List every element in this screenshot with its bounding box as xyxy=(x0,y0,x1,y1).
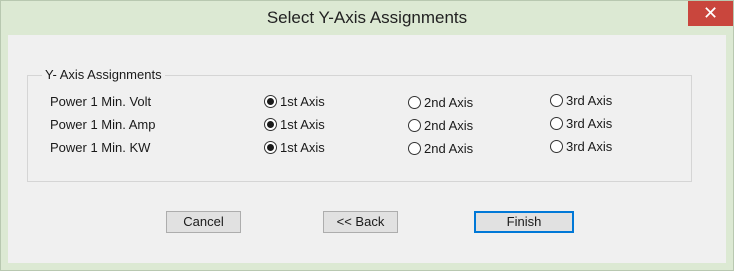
radio-kw-2nd-axis[interactable]: 2nd Axis xyxy=(408,141,473,156)
radio-label: 1st Axis xyxy=(280,94,325,109)
window-frame-left xyxy=(1,35,8,270)
radio-unchecked-icon xyxy=(408,119,421,132)
radio-volt-2nd-axis[interactable]: 2nd Axis xyxy=(408,95,473,110)
radio-label: 3rd Axis xyxy=(566,116,613,131)
finish-button[interactable]: Finish xyxy=(474,211,574,233)
radio-label: 2nd Axis xyxy=(424,141,474,156)
close-icon: ✕ xyxy=(702,3,719,23)
radio-unchecked-icon xyxy=(550,94,563,107)
radio-checked-icon xyxy=(264,118,277,131)
dialog-title: Select Y-Axis Assignments xyxy=(266,8,468,27)
row-label-volt: Power 1 Min. Volt xyxy=(50,94,152,109)
window-frame-right xyxy=(726,35,733,270)
radio-unchecked-icon xyxy=(550,117,563,130)
radio-amp-2nd-axis[interactable]: 2nd Axis xyxy=(408,118,473,133)
radio-label: 2nd Axis xyxy=(424,118,474,133)
dialog-body: Y- Axis Assignments Power 1 Min. Volt 1s… xyxy=(8,35,726,263)
radio-unchecked-icon xyxy=(550,140,563,153)
radio-amp-3rd-axis[interactable]: 3rd Axis xyxy=(550,116,612,131)
radio-volt-3rd-axis[interactable]: 3rd Axis xyxy=(550,93,612,108)
radio-checked-icon xyxy=(264,95,277,108)
group-label: Y- Axis Assignments xyxy=(42,67,165,82)
close-button[interactable]: ✕ xyxy=(688,1,733,26)
radio-label: 3rd Axis xyxy=(566,139,613,154)
radio-label: 3rd Axis xyxy=(566,93,613,108)
back-button[interactable]: << Back xyxy=(323,211,398,233)
radio-label: 1st Axis xyxy=(280,140,325,155)
radio-label: 2nd Axis xyxy=(424,95,474,110)
row-label-amp: Power 1 Min. Amp xyxy=(50,117,156,132)
radio-amp-1st-axis[interactable]: 1st Axis xyxy=(264,117,325,132)
cancel-button[interactable]: Cancel xyxy=(166,211,241,233)
radio-checked-icon xyxy=(264,141,277,154)
radio-label: 1st Axis xyxy=(280,117,325,132)
row-label-kw: Power 1 Min. KW xyxy=(50,140,151,155)
radio-unchecked-icon xyxy=(408,96,421,109)
radio-kw-3rd-axis[interactable]: 3rd Axis xyxy=(550,139,612,154)
radio-volt-1st-axis[interactable]: 1st Axis xyxy=(264,94,325,109)
title-bar[interactable]: Select Y-Axis Assignments ✕ xyxy=(1,1,733,35)
dialog-window: Select Y-Axis Assignments ✕ Y- Axis Assi… xyxy=(0,0,734,271)
axis-assignments-group: Y- Axis Assignments Power 1 Min. Volt 1s… xyxy=(27,67,692,182)
window-frame-bottom xyxy=(1,263,733,270)
radio-kw-1st-axis[interactable]: 1st Axis xyxy=(264,140,325,155)
radio-unchecked-icon xyxy=(408,142,421,155)
